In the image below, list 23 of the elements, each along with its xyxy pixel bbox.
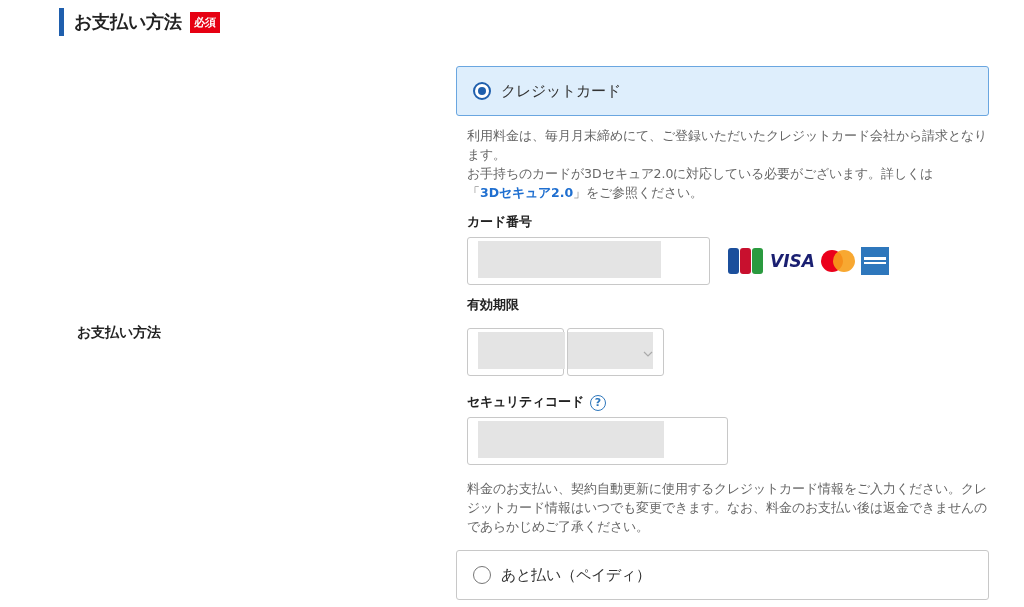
- payment-option[interactable]: あと払い（ペイディ）: [456, 550, 989, 600]
- radio-button[interactable]: [473, 566, 491, 584]
- field-label: カード番号: [467, 214, 533, 231]
- year-select[interactable]: [567, 328, 664, 376]
- section-title: お支払い方法: [74, 10, 182, 34]
- card-number-field[interactable]: [467, 237, 710, 285]
- note-text: 利用料金は、毎月月末締めにて、ご登録いただいたクレジットカード会社から請求となります。: [467, 127, 988, 164]
- note-text: お手持ちのカードが3Dセキュア2.0に対応している必要がございます。詳しくは「3Dセキュア2.0」をご参照ください。: [467, 165, 935, 202]
- amex-logo-icon: [860, 247, 889, 275]
- chevron-down-icon: [643, 351, 653, 357]
- jcb-logo-icon: [728, 248, 764, 274]
- required-badge: 必須: [190, 11, 220, 33]
- field-label: セキュリティコード: [467, 394, 584, 411]
- mastercard-logo-icon: [820, 250, 855, 272]
- security-code-field[interactable]: [467, 417, 728, 465]
- visa-logo: VISA: [770, 251, 815, 271]
- note-text: 料金のお支払い、契約自動更新に使用するクレジットカード情報をご入力ください。クレジットカード情報はいつでも変更できます。なお、料金のお支払い後は返金できませんのであらかじめご了承ください。: [467, 480, 988, 536]
- radio-button[interactable]: [473, 82, 491, 100]
- month-select[interactable]: [467, 328, 564, 376]
- payment-option[interactable]: クレジットカード: [456, 66, 989, 116]
- secure-link[interactable]: 3Dセキュア2.0: [480, 185, 574, 200]
- field-label: 有効期限: [467, 297, 520, 314]
- row-label: お支払い方法: [77, 324, 161, 342]
